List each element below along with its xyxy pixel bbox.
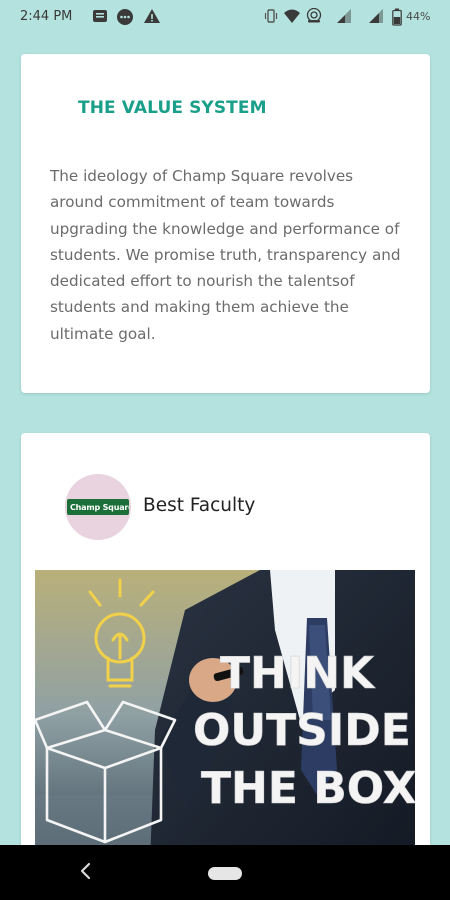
hotspot-icon — [306, 8, 322, 23]
champ-square-logo: Champ Square — [67, 499, 129, 515]
status-time: 2:44 PM — [20, 9, 73, 24]
wifi-icon — [284, 9, 300, 23]
signal-icon — [369, 9, 383, 23]
chat-icon — [117, 9, 133, 25]
home-icon[interactable] — [208, 867, 242, 880]
back-icon[interactable] — [78, 861, 92, 881]
value-system-title: THE VALUE SYSTEM — [78, 98, 267, 118]
logo-text: Champ Square — [70, 502, 129, 512]
notification-icon — [93, 10, 107, 22]
think-outside-box-image: THINK OUTSIDE THE BOX — [35, 570, 415, 863]
status-bar: 2:44 PM 44% — [0, 0, 450, 34]
best-faculty-card[interactable]: Champ Square Best Faculty THINK OUTSIDE … — [21, 433, 430, 863]
image-text-outside: OUTSIDE — [193, 705, 411, 756]
image-text-the-box: THE BOX — [201, 763, 415, 814]
alert-icon — [144, 9, 160, 23]
faculty-title: Best Faculty — [143, 495, 256, 516]
promo-image[interactable]: THINK OUTSIDE THE BOX — [35, 570, 415, 863]
value-system-body: The ideology of Champ Square revolves ar… — [50, 167, 401, 343]
signal-icon — [337, 9, 351, 23]
battery-percent: 44% — [406, 10, 431, 23]
vibrate-icon — [264, 9, 278, 23]
value-system-card: THE VALUE SYSTEM The ideology of Champ S… — [21, 54, 430, 393]
image-text-think: THINK — [220, 648, 376, 699]
battery-icon — [392, 8, 402, 26]
navigation-bar — [0, 845, 450, 900]
avatar: Champ Square — [65, 474, 131, 540]
